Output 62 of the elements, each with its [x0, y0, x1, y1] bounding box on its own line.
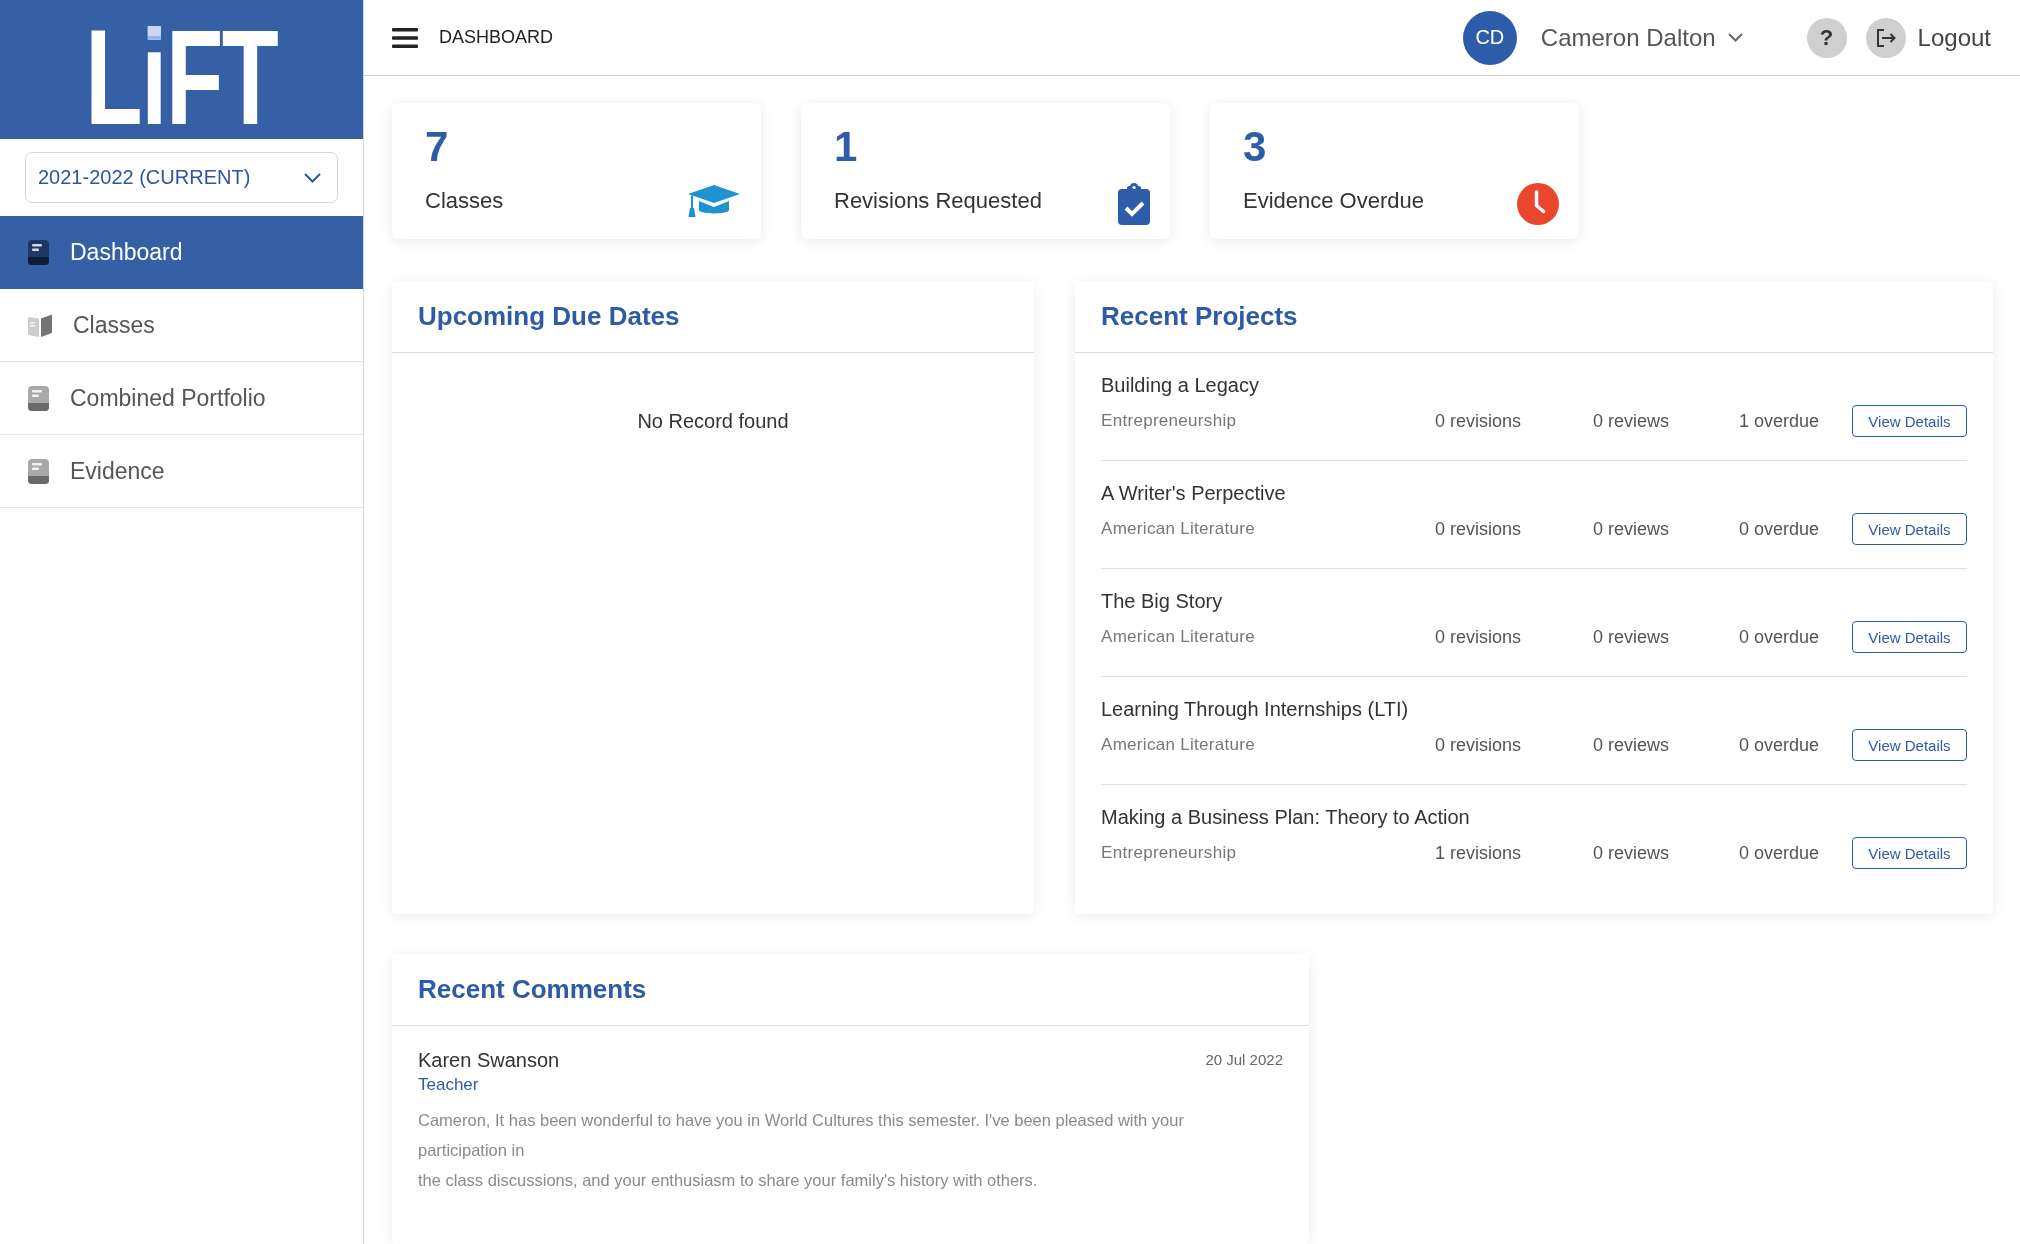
page-title: DASHBOARD: [439, 27, 554, 48]
panel-title: Recent Projects: [1101, 301, 1298, 332]
reviews-count: 0 reviews: [1592, 734, 1669, 756]
user-avatar: CD: [1462, 10, 1517, 65]
view-details-button[interactable]: View Details: [1852, 729, 1967, 761]
panel-title: Recent Comments: [418, 974, 647, 1005]
project-title: Making a Business Plan: Theory to Action: [1101, 805, 1470, 830]
document-icon: [28, 458, 49, 484]
revisions-count: 0 revisions: [1434, 410, 1521, 432]
class-name: Entrepreneurship: [1101, 411, 1237, 431]
stat-label: Evidence Overdue: [1243, 187, 1424, 215]
panel-title: Upcoming Due Dates: [418, 301, 680, 332]
overdue-count: 0 overdue: [1738, 518, 1819, 540]
revisions-count: 0 revisions: [1434, 734, 1521, 756]
book-icon: [28, 313, 52, 337]
reviews-count: 0 reviews: [1592, 626, 1669, 648]
view-details-button[interactable]: View Details: [1852, 621, 1967, 653]
graduation-cap-icon: [687, 183, 741, 219]
comment-author: Karen Swanson: [418, 1048, 560, 1073]
stat-label: Revisions Requested: [834, 187, 1042, 215]
stat-value: 7: [425, 123, 449, 171]
overdue-count: 0 overdue: [1738, 626, 1819, 648]
reviews-count: 0 reviews: [1592, 518, 1669, 540]
project-title: The Big Story: [1101, 589, 1223, 614]
project-title: Learning Through Internships (LTI): [1101, 697, 1409, 722]
class-name: American Literature: [1101, 735, 1256, 755]
view-details-button[interactable]: View Details: [1852, 837, 1967, 869]
view-details-button[interactable]: View Details: [1852, 513, 1967, 545]
document-icon: [28, 385, 49, 411]
chevron-down-icon[interactable]: [1727, 33, 1743, 42]
nav-item[interactable]: Dashboard: [0, 216, 363, 289]
logout-button[interactable]: Logout: [1865, 17, 1991, 58]
empty-message: No Record found: [637, 409, 789, 434]
comment-text: Cameron, It has been wonderful to have you in World Cultures this semester. I've been pleased with your participation in the class discussions, and your enthusiasm to share your family's history with others.: [418, 1110, 1185, 1191]
logout-icon: [1865, 17, 1906, 58]
stat-value: 1: [834, 123, 858, 171]
year-select[interactable]: 2021-2022 (CURRENT): [25, 152, 338, 203]
reviews-count: 0 reviews: [1592, 842, 1669, 864]
user-menu-button[interactable]: Cameron Dalton: [1536, 19, 1747, 56]
chevron-down-icon[interactable]: [304, 172, 321, 183]
revisions-count: 0 revisions: [1434, 518, 1521, 540]
clock-icon: [1517, 183, 1559, 225]
stat-value: 3: [1243, 123, 1267, 171]
class-name: American Literature: [1101, 627, 1256, 647]
overdue-count: 0 overdue: [1738, 734, 1819, 756]
stat-label: Classes: [425, 187, 504, 215]
comment-role: Teacher: [418, 1074, 479, 1096]
comment-date: 20 Jul 2022: [1205, 1050, 1283, 1070]
overdue-count: 1 overdue: [1738, 410, 1819, 432]
revisions-count: 0 revisions: [1434, 626, 1521, 648]
menu-icon[interactable]: [392, 27, 418, 48]
project-title: A Writer's Perpective: [1101, 481, 1286, 506]
class-name: Entrepreneurship: [1101, 843, 1237, 863]
reviews-count: 0 reviews: [1592, 410, 1669, 432]
revisions-count: 1 revisions: [1434, 842, 1521, 864]
overdue-count: 0 overdue: [1738, 842, 1819, 864]
project-title: Building a Legacy: [1101, 373, 1259, 398]
document-icon: [28, 239, 49, 265]
help-button[interactable]: ?: [1806, 17, 1847, 58]
clipboard-check-icon: [1118, 183, 1150, 225]
class-name: American Literature: [1101, 519, 1256, 539]
view-details-button[interactable]: View Details: [1852, 405, 1967, 437]
